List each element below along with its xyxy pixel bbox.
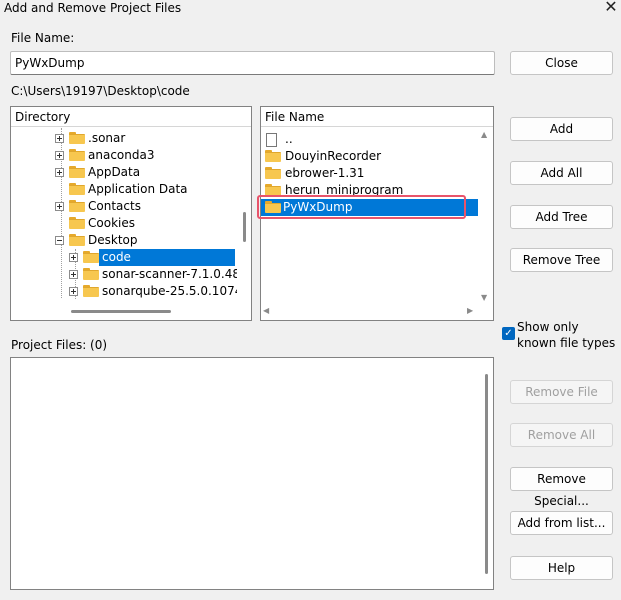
file-icon	[266, 133, 277, 147]
add-tree-button[interactable]: Add Tree	[510, 205, 613, 229]
folder-icon	[69, 200, 85, 212]
scroll-right-icon[interactable]: ▶	[467, 306, 473, 315]
scrollbar-thumb[interactable]	[71, 310, 171, 313]
collapse-icon[interactable]	[55, 236, 64, 245]
scroll-left-icon[interactable]: ◀	[263, 306, 269, 315]
tree-item-label: Contacts	[88, 199, 141, 213]
tree-item-label: sonar-scanner-7.1.0.4889	[102, 267, 252, 281]
expand-icon[interactable]	[69, 270, 78, 279]
file-item-label: ..	[285, 132, 293, 146]
file-item-label: ebrower-1.31	[285, 166, 365, 180]
close-icon[interactable]: ✕	[603, 0, 619, 16]
expand-icon[interactable]	[69, 287, 78, 296]
folder-icon	[69, 217, 85, 229]
remove-file-button[interactable]: Remove File	[510, 380, 613, 404]
file-list-vertical-scrollbar[interactable]: ▲ ▼	[478, 128, 493, 303]
tree-item-label: anaconda3	[88, 148, 155, 162]
show-only-known-checkbox[interactable]: ✓	[502, 327, 515, 340]
file-name-input[interactable]: PyWxDump	[10, 51, 495, 75]
expand-icon[interactable]	[55, 134, 64, 143]
folder-icon	[69, 149, 85, 161]
tree-item-label: Cookies	[88, 216, 135, 230]
add-from-list-button[interactable]: Add from list...	[510, 511, 613, 535]
folder-icon	[265, 150, 281, 162]
window-title: Add and Remove Project Files	[4, 1, 182, 15]
project-files-scrollbar[interactable]	[485, 374, 488, 574]
scroll-down-icon[interactable]: ▼	[481, 293, 487, 302]
current-path: C:\Users\19197\Desktop\code	[11, 84, 190, 98]
project-files-label: Project Files: (0)	[11, 338, 108, 352]
folder-icon	[83, 268, 99, 280]
directory-panel[interactable]: Directory .sonar anaconda3 AppData Appli…	[10, 106, 252, 321]
expand-icon[interactable]	[55, 168, 64, 177]
remove-tree-button[interactable]: Remove Tree	[510, 248, 613, 272]
file-name-label: File Name:	[11, 31, 75, 45]
file-list-header: File Name	[261, 107, 493, 127]
folder-icon	[69, 234, 85, 246]
folder-icon	[83, 251, 99, 263]
scrollbar-thumb[interactable]	[243, 212, 246, 242]
tree-item-label: Desktop	[88, 233, 138, 247]
file-item-label: DouyinRecorder	[285, 149, 382, 163]
close-button[interactable]: Close	[510, 51, 613, 75]
project-files-list[interactable]	[10, 357, 494, 590]
expand-icon[interactable]	[69, 253, 78, 262]
directory-header: Directory	[11, 107, 251, 127]
add-button[interactable]: Add	[510, 117, 613, 141]
folder-icon	[83, 285, 99, 297]
tree-item-label: AppData	[88, 165, 141, 179]
folder-icon	[69, 132, 85, 144]
selection-highlight	[257, 195, 466, 219]
directory-vertical-scrollbar[interactable]	[237, 128, 251, 303]
help-button[interactable]: Help	[510, 556, 613, 580]
add-all-button[interactable]: Add All	[510, 161, 613, 185]
remove-all-button[interactable]: Remove All	[510, 423, 613, 447]
tree-item-label: Application Data	[88, 182, 188, 196]
folder-icon	[265, 167, 281, 179]
expand-icon[interactable]	[55, 151, 64, 160]
scroll-up-icon[interactable]: ▲	[481, 130, 487, 139]
remove-special-button[interactable]: Remove Special...	[510, 467, 613, 508]
directory-horizontal-scrollbar[interactable]	[11, 303, 237, 320]
folder-icon	[69, 166, 85, 178]
tree-item-label: sonarqube-25.5.0.107428	[102, 284, 252, 298]
expand-icon[interactable]	[55, 202, 64, 211]
file-list-horizontal-scrollbar[interactable]: ◀ ▶	[261, 303, 478, 320]
tree-item-label: code	[99, 249, 235, 266]
show-only-known-label: Show only known file types	[517, 320, 616, 350]
folder-icon	[69, 183, 85, 195]
tree-item-label: .sonar	[88, 131, 126, 145]
tree-item-code[interactable]: code	[69, 249, 235, 266]
